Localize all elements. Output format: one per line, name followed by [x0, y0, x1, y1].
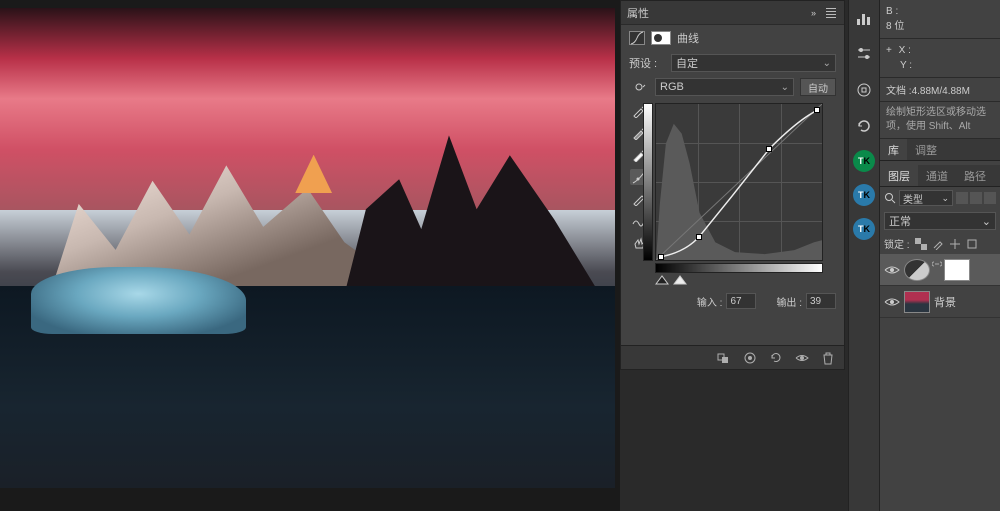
curves-adjustment-icon[interactable]: [629, 31, 645, 45]
lock-pixels-icon[interactable]: [932, 238, 944, 250]
target-adjustment-icon[interactable]: [630, 79, 648, 95]
doc-size: 4.88M/4.88M: [912, 86, 970, 97]
clip-to-layer-icon[interactable]: [716, 351, 732, 365]
library-tabs: 库 调整: [880, 139, 1000, 161]
adjustment-type-row: 曲线: [621, 25, 844, 51]
preset-select[interactable]: 自定: [671, 54, 836, 72]
adjustment-name: 曲线: [677, 30, 699, 46]
collapse-button[interactable]: »: [807, 8, 820, 18]
layer-row-background[interactable]: 背景: [880, 286, 1000, 318]
curves-thumb-icon: [904, 259, 930, 281]
view-previous-icon[interactable]: [742, 351, 758, 365]
lock-row: 锁定 :: [880, 233, 1000, 254]
histogram-panel-icon[interactable]: [852, 6, 876, 30]
output-gradient-strip: [643, 103, 653, 261]
link-icon[interactable]: [932, 259, 942, 269]
panel-menu-icon[interactable]: [824, 8, 838, 18]
delete-icon[interactable]: [820, 351, 836, 365]
adjustments-panel-icon[interactable]: [852, 42, 876, 66]
visibility-icon[interactable]: [884, 264, 900, 276]
lock-label: 锁定 :: [884, 236, 910, 251]
tab-adjustments[interactable]: 调整: [907, 139, 945, 160]
toggle-visibility-icon[interactable]: [794, 351, 810, 365]
curve-point[interactable]: [696, 234, 702, 240]
refresh-icon[interactable]: [852, 114, 876, 138]
filter-type-icon[interactable]: [984, 192, 996, 204]
properties-panel: 属性 » 曲线 预设 : 自定 RGB 自动: [620, 0, 845, 370]
curves-graph[interactable]: [655, 103, 823, 261]
tab-library[interactable]: 库: [880, 139, 907, 160]
tk-plugin-icon[interactable]: TK: [853, 150, 875, 172]
tool-hint: 绘制矩形选区或移动选项，使用 Shift、Alt: [880, 102, 1000, 139]
input-output-row: 输入 : 67 输出 : 39: [621, 289, 844, 313]
filter-pixel-icon[interactable]: [956, 192, 968, 204]
layers-tabs: 图层 通道 路径: [880, 165, 1000, 187]
info-x: X :: [899, 45, 911, 56]
channel-select[interactable]: RGB: [655, 78, 794, 96]
info-y: Y :: [900, 60, 912, 71]
search-icon[interactable]: [884, 192, 896, 204]
tab-channels[interactable]: 通道: [918, 165, 956, 186]
visibility-icon[interactable]: [884, 296, 900, 308]
tab-layers[interactable]: 图层: [880, 165, 918, 186]
layer-filter-row: 类型: [880, 187, 1000, 209]
crosshair-icon: +: [886, 43, 892, 58]
curve-line: [656, 104, 822, 260]
properties-header: 属性 »: [621, 1, 844, 25]
doc-label: 文档 :: [886, 86, 912, 97]
properties-title: 属性: [627, 5, 807, 21]
output-field[interactable]: 39: [806, 293, 836, 309]
curve-point[interactable]: [814, 107, 820, 113]
tk-plugin-blue2-icon[interactable]: TK: [853, 218, 875, 240]
filter-select[interactable]: 类型: [899, 190, 953, 206]
info-bitdepth: 8 位: [886, 19, 994, 34]
right-column: B : 8 位 + X : Y : 文档 :4.88M/4.88M 绘制矩形选区…: [880, 0, 1000, 511]
black-clip-icon[interactable]: [655, 275, 669, 285]
input-gradient-strip: [655, 263, 823, 273]
white-clip-icon[interactable]: [673, 275, 687, 285]
layer-row-curves[interactable]: [880, 254, 1000, 286]
canvas-area[interactable]: [0, 0, 620, 511]
blend-mode-select[interactable]: 正常: [884, 212, 996, 230]
tk-plugin-blue-icon[interactable]: TK: [853, 184, 875, 206]
curve-point[interactable]: [766, 146, 772, 152]
lock-position-icon[interactable]: [949, 238, 961, 250]
dock-toolbar: TK TK TK: [848, 0, 880, 511]
input-label: 输入 :: [697, 294, 723, 309]
tab-paths[interactable]: 路径: [956, 165, 994, 186]
history-panel-icon[interactable]: [852, 78, 876, 102]
image-thumb-icon: [904, 291, 930, 313]
preset-label: 预设 :: [629, 55, 665, 71]
layers-list: 背景: [880, 254, 1000, 318]
lock-transparency-icon[interactable]: [915, 238, 927, 250]
info-b: B :: [886, 4, 994, 19]
reset-icon[interactable]: [768, 351, 784, 365]
lock-artboard-icon[interactable]: [966, 238, 978, 250]
input-field[interactable]: 67: [726, 293, 756, 309]
output-label: 输出 :: [776, 294, 802, 309]
curve-point[interactable]: [658, 254, 664, 260]
layer-name[interactable]: 背景: [934, 294, 996, 310]
document-image[interactable]: [0, 8, 615, 488]
auto-button[interactable]: 自动: [800, 78, 836, 96]
properties-footer: [621, 345, 844, 369]
coords-block: + X : Y :: [880, 39, 1000, 78]
layer-mask-icon[interactable]: [651, 31, 671, 45]
info-block: B : 8 位: [880, 0, 1000, 39]
doc-size-row: 文档 :4.88M/4.88M: [880, 78, 1000, 102]
filter-adj-icon[interactable]: [970, 192, 982, 204]
mask-thumb-icon: [944, 259, 970, 281]
